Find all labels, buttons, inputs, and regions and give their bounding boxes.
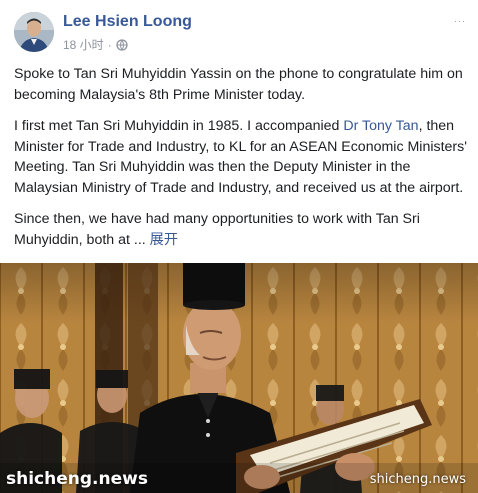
- post-text: Spoke to Tan Sri Muhyiddin Yassin on the…: [14, 64, 468, 261]
- paragraph-3-text: Since then, we have had many opportuniti…: [14, 211, 420, 248]
- post-paragraph-2: I first met Tan Sri Muhyiddin in 1985. I…: [14, 116, 468, 198]
- post-paragraph-1: Spoke to Tan Sri Muhyiddin Yassin on the…: [14, 66, 463, 103]
- meta-separator: ·: [107, 37, 112, 52]
- facebook-post: Lee Hsien Loong 18 小时 · ··· Spoke to Tan…: [0, 0, 478, 493]
- paragraph-2-text-start: I first met Tan Sri Muhyiddin in 1985. I…: [14, 118, 344, 134]
- watermark-left: shicheng.news: [6, 469, 148, 489]
- post-paragraph-3: Since then, we have had many opportuniti…: [14, 209, 468, 250]
- author-name[interactable]: Lee Hsien Loong: [63, 13, 192, 31]
- globe-icon: [116, 38, 128, 51]
- post-meta: 18 小时 ·: [63, 36, 128, 53]
- see-more-link[interactable]: 展开: [150, 232, 178, 248]
- author-avatar[interactable]: [14, 12, 54, 52]
- post-timestamp[interactable]: 18 小时: [63, 36, 104, 53]
- watermark-right: shicheng.news: [369, 472, 466, 487]
- post-photo[interactable]: [0, 263, 478, 493]
- tony-tan-link[interactable]: Dr Tony Tan: [343, 118, 418, 134]
- more-options-icon[interactable]: ···: [454, 16, 466, 26]
- post-header: Lee Hsien Loong 18 小时 · ···: [14, 12, 466, 56]
